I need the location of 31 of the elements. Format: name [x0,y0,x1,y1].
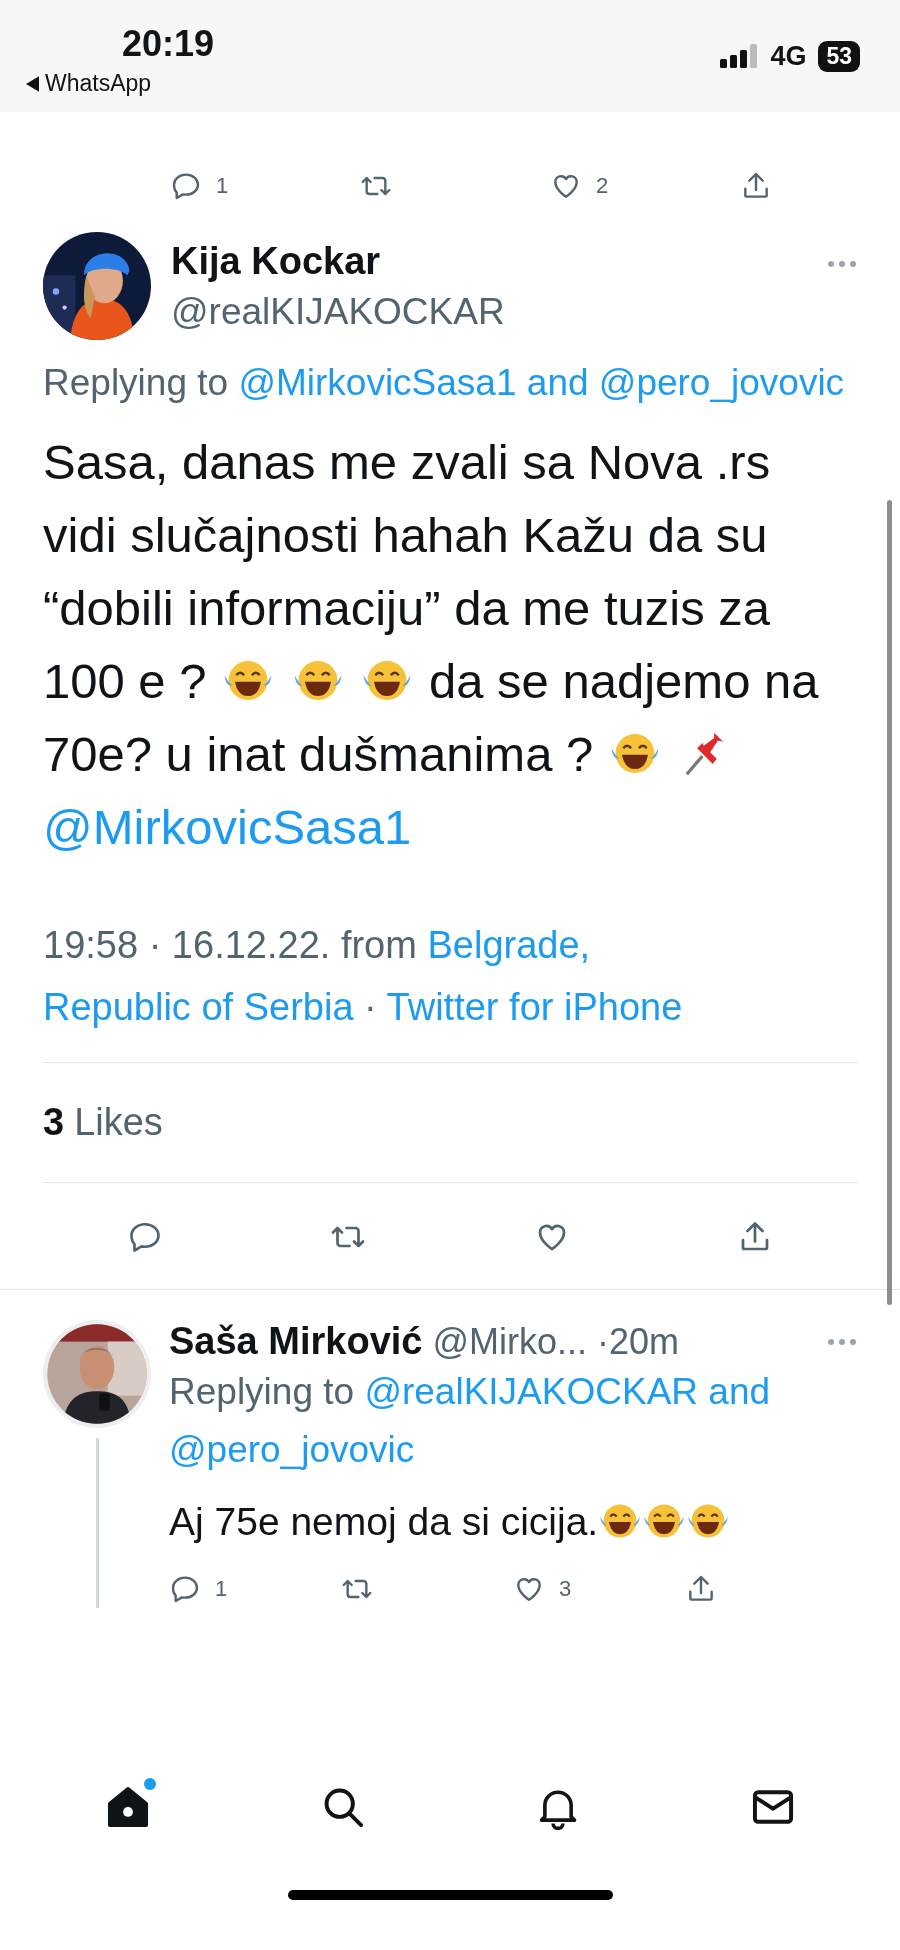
mention-link[interactable]: @pero_jovovic [169,1429,415,1470]
tweet-time: ·20m [597,1321,680,1363]
reply-count: 1 [216,173,229,199]
replying-label: Replying to [43,362,229,403]
likes-label[interactable]: Likes [74,1101,163,1144]
network-type: 4G [770,40,807,72]
mention-link[interactable]: @pero_jovovic [598,362,845,403]
likes-count[interactable]: 3 [43,1101,65,1144]
meta-link[interactable]: Twitter for iPhone [386,986,683,1028]
reply-count: 1 [215,1576,228,1602]
mention-link[interactable]: @realKIJAKOCKAR [364,1371,699,1412]
mention-link[interactable]: @MirkovicSasa1 [43,800,412,854]
author-handle[interactable]: @Mirko... [432,1321,588,1363]
meta-link[interactable]: Belgrade, [427,924,591,966]
meta-link[interactable]: Republic of Serbia [43,986,354,1028]
mention-link[interactable]: @MirkovicSasa1 [238,362,517,403]
replying-label: Replying to [169,1371,355,1412]
status-time: 20:19 [122,24,215,64]
author-name[interactable]: Saša Mirković [169,1320,423,1363]
like-count: 3 [559,1576,572,1602]
battery-indicator: 53 [818,40,860,72]
reply-text: Aj 75e nemoj da si cicija. [169,1493,857,1551]
tweet-timestamp: · [364,986,377,1028]
mention-link[interactable]: and [526,362,589,403]
like-count: 2 [596,173,609,199]
tweet-text: Sasa, danas me zvali sa Nova .rs vidi slučajnosti hahah Kažu da su “dobili informaciju” da me tuzis za 100 e ? da se nadjemo na 70e? u inat dušmanima ? @MirkovicSasa1 [43,434,820,856]
back-to-app-link[interactable]: WhatsApp [45,70,152,97]
author-handle[interactable]: @realKIJAKOCKAR [171,290,807,333]
tweet-timestamp: 19:58 · 16.12.22. from [43,924,417,966]
author-name[interactable]: Kija Kockar [171,239,807,283]
mention-link[interactable]: and [708,1371,771,1412]
